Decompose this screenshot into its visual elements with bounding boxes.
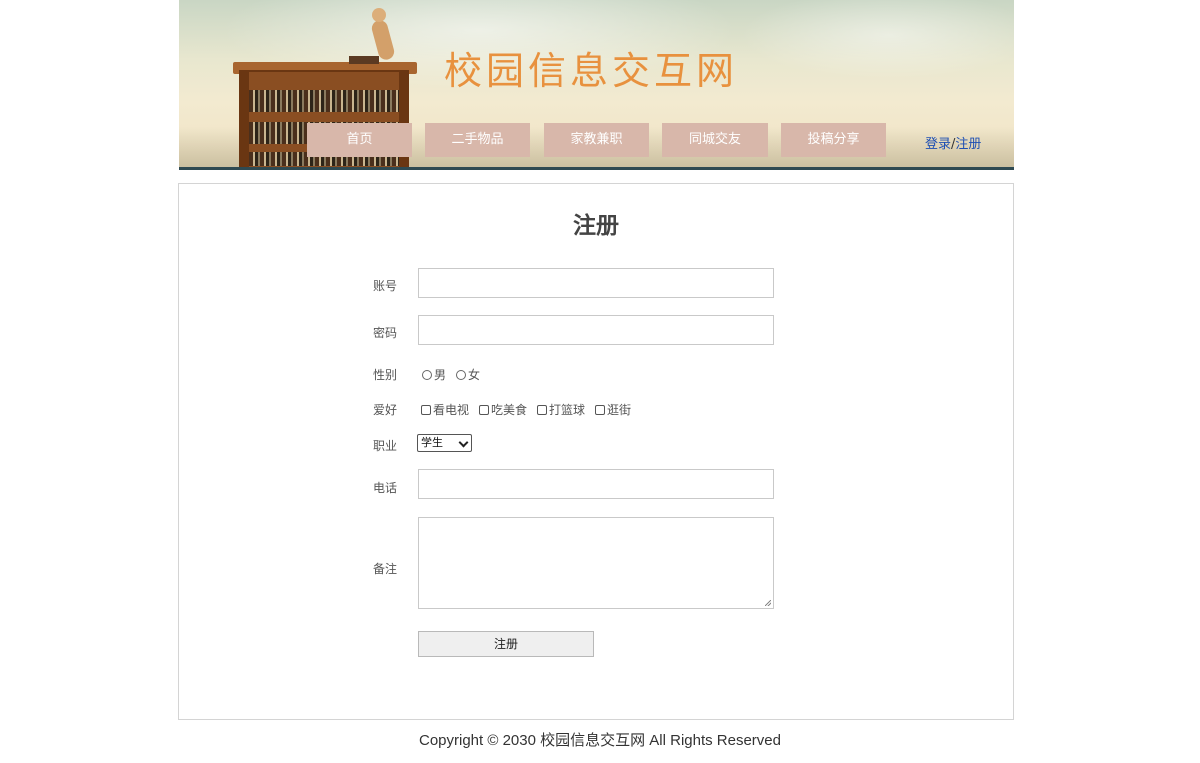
password-input[interactable] [418,315,774,345]
books-stack [349,56,379,64]
checkbox-icon[interactable] [537,404,547,415]
banner-bottom-line [179,167,1014,170]
radio-icon[interactable] [422,369,432,380]
hobby-option-label: 看电视 [433,403,470,417]
checkbox-icon[interactable] [421,404,431,415]
radio-icon[interactable] [456,369,466,380]
account-label: 账号 [373,279,398,293]
job-selected-value: 学生 [421,436,443,449]
hobby-label: 爱好 [373,403,398,417]
register-submit-button[interactable]: 注册 [418,631,594,657]
job-label: 职业 [373,439,398,453]
checkbox-icon[interactable] [479,404,489,415]
checkbox-icon[interactable] [595,404,605,415]
header-banner: 校园信息交互网 首页 二手物品 家教兼职 同城交友 投稿分享 登录/注册 [179,0,1014,170]
resize-handle-icon[interactable] [765,600,771,606]
hobby-option-tv[interactable]: 看电视 [421,401,469,418]
gender-option-female[interactable]: 女 [456,366,480,383]
hobby-option-label: 吃美食 [491,403,528,417]
footer-copyright: Copyright © 2030 校园信息交互网 All Rights Rese… [418,732,781,749]
banner-cloud [739,0,1014,80]
phone-input[interactable] [418,469,774,499]
gender-option-male[interactable]: 男 [422,366,446,383]
auth-links: 登录/注册 [925,133,981,152]
chevron-down-icon [458,437,469,448]
account-input[interactable] [418,268,774,298]
gender-option-label: 男 [434,368,447,382]
nav-tutoring-jobs[interactable]: 家教兼职 [544,123,649,157]
gender-option-label: 女 [468,368,481,382]
form-title: 注册 [573,213,619,239]
register-panel: 注册 账号 密码 性别 男 女 爱好 看电视 吃美食 打篮球 逛街 职业 学生 … [178,183,1014,720]
hobby-option-food[interactable]: 吃美食 [479,401,527,418]
remark-textarea[interactable] [418,517,774,609]
nav-share-posts[interactable]: 投稿分享 [781,123,886,157]
nav-second-hand[interactable]: 二手物品 [425,123,530,157]
wooden-figure-head [372,8,386,22]
hobby-option-basketball[interactable]: 打篮球 [537,401,585,418]
hobby-option-label: 逛街 [607,403,632,417]
nav-home[interactable]: 首页 [307,123,412,157]
login-link[interactable]: 登录 [925,137,951,152]
gender-label: 性别 [373,368,398,382]
register-link[interactable]: 注册 [955,137,981,152]
nav-local-friends[interactable]: 同城交友 [662,123,768,157]
site-title: 校园信息交互网 [444,49,739,93]
remark-label: 备注 [373,562,398,576]
password-label: 密码 [373,326,398,340]
phone-label: 电话 [373,481,398,495]
hobby-option-label: 打篮球 [549,403,586,417]
job-select[interactable]: 学生 [417,434,472,452]
hobby-option-shopping[interactable]: 逛街 [595,401,631,418]
